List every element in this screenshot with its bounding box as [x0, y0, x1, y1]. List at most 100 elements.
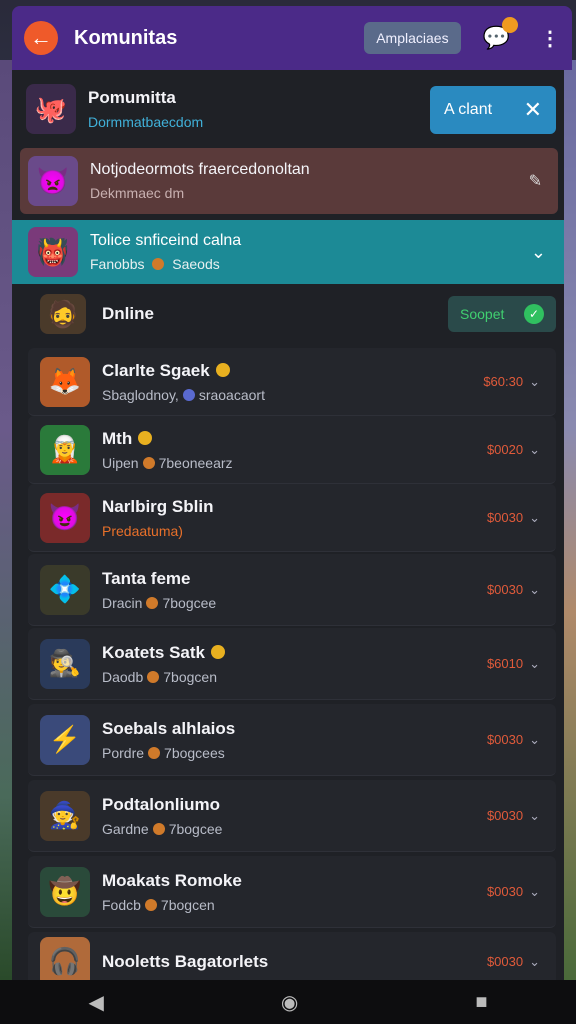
system-nav-bar: ◀ ◉ ■ [0, 980, 576, 1024]
selected-title: Tolice snficeind calna [90, 232, 242, 249]
coin-icon [147, 670, 160, 683]
close-icon[interactable]: ✕ [524, 97, 542, 123]
category-chip[interactable]: Amplaciaes [364, 22, 461, 54]
item-price: $0020 [486, 441, 524, 457]
coin-icon [210, 644, 225, 659]
item-sub: Daodb [102, 668, 144, 685]
coin-icon [148, 746, 161, 759]
item-price: $0030 [486, 953, 524, 969]
avatar: 🦊 [40, 356, 90, 407]
support-button[interactable]: Soopet ✓ [448, 296, 556, 332]
chevron-down-icon[interactable]: ⌄ [529, 954, 540, 969]
chevron-down-icon[interactable]: ⌄ [529, 582, 540, 597]
item-name: Podtalonliumo [102, 794, 221, 814]
selected-sub-left: Fanobbs [90, 256, 145, 272]
item-name: Nooletts Bagatorlets [102, 951, 269, 971]
item-sub: Sbaglodnoy, [102, 386, 179, 403]
avatar: ⚡ [40, 714, 90, 765]
coin-icon [146, 596, 159, 609]
avatar: 🤠 [40, 866, 90, 917]
coin-icon [182, 388, 195, 401]
chat-button[interactable]: 💬 [483, 17, 518, 51]
item-price: $0030 [486, 581, 524, 597]
avatar: 👹 [28, 227, 78, 277]
item-price: $0030 [486, 807, 524, 823]
online-row: 🧔 Dnline Soopet ✓ [12, 284, 564, 344]
avatar: 🧙 [40, 790, 90, 841]
list-item[interactable]: 🎧 Nooletts Bagatorlets $0030 ⌄ [28, 932, 556, 980]
coin-icon [152, 822, 165, 835]
list-item[interactable]: ⚡ Soebals alhlaios Pordre 7bogcees $0030 ⌄ [28, 704, 556, 776]
item-price: $6010 [486, 655, 524, 671]
list-item[interactable]: 🕵 Koatets Satk Daodb 7bogcen $6010 ⌄ [28, 628, 556, 700]
more-vert-icon[interactable]: ⋮ [540, 26, 560, 51]
home-circle-icon[interactable]: ◉ [281, 990, 298, 1015]
edit-icon[interactable]: ✎ [529, 171, 542, 191]
item-sub2: 7bogcee [168, 820, 223, 837]
featured-sub: Dormmatbaecdom [88, 114, 204, 130]
item-sub2: 7beoneearz [158, 454, 233, 471]
item-price: $0030 [486, 509, 524, 525]
coin-icon [138, 430, 153, 445]
top-app-bar: ← Komunitas Amplaciaes 💬 ⋮ [12, 6, 572, 70]
recents-square-icon[interactable]: ■ [475, 991, 487, 1014]
back-triangle-icon[interactable]: ◀ [89, 990, 104, 1015]
cta-label: A clant [444, 101, 493, 118]
chevron-down-icon[interactable]: ⌄ [529, 808, 540, 823]
notice-sub: Dekmmaec dm [90, 185, 185, 201]
avatar: 😈 [40, 492, 90, 543]
featured-cta-button[interactable]: A clant ✕ [430, 86, 556, 134]
coin-icon [215, 362, 230, 377]
community-list-panel: 🐙 Pomumitta Dormmatbaecdom A clant ✕ 👿 N… [12, 70, 564, 980]
online-label: Dnline [102, 304, 154, 323]
chevron-down-icon[interactable]: ⌄ [529, 656, 540, 671]
item-price: $0030 [486, 883, 524, 899]
featured-name: Pomumitta [88, 88, 176, 107]
avatar: 🐙 [26, 84, 76, 134]
featured-row[interactable]: 🐙 Pomumitta Dormmatbaecdom A clant ✕ [12, 78, 564, 140]
item-name: Clarlte Sgaek [102, 360, 210, 380]
notification-badge-icon [502, 17, 518, 33]
background-art-right [562, 60, 576, 980]
selected-sub-right: Saeods [172, 256, 220, 272]
item-sub: Predaatuma) [102, 522, 183, 539]
list-item[interactable]: 😈 Narlbirg Sblin Predaatuma) $0030 ⌄ [28, 484, 556, 552]
item-name: Soebals alhlaios [102, 718, 236, 738]
item-name: Moakats Romoke [102, 870, 242, 890]
item-sub2: 7bogcees [164, 744, 225, 761]
coin-icon [152, 258, 165, 270]
item-sub2: 7bogcen [163, 668, 217, 685]
chevron-down-icon[interactable]: ⌄ [529, 374, 540, 389]
avatar: 💠 [40, 564, 90, 615]
page-title: Komunitas [74, 26, 178, 49]
selected-row[interactable]: 👹 Tolice snficeind calna Fanobbs Saeods … [12, 220, 564, 284]
avatar: 🎧 [40, 936, 90, 980]
avatar: 🧔 [40, 294, 86, 334]
chevron-down-icon[interactable]: ⌄ [529, 732, 540, 747]
chevron-down-icon[interactable]: ⌄ [529, 442, 540, 457]
list-item[interactable]: 💠 Tanta feme Dracin 7bogcee $0030 ⌄ [28, 554, 556, 626]
item-sub2: sraoacaort [198, 386, 265, 403]
notice-row[interactable]: 👿 Notjodeormots fraercedonoltan Dekmmaec… [20, 148, 558, 214]
chevron-down-icon[interactable]: ⌄ [531, 242, 546, 263]
item-name: Koatets Satk [102, 642, 205, 662]
item-sub: Uipen [102, 454, 139, 471]
list-item[interactable]: 🧝 Mth Uipen 7beoneearz $0020 ⌄ [28, 416, 556, 484]
avatar: 🕵 [40, 638, 90, 689]
list-item[interactable]: 🧙 Podtalonliumo Gardne 7bogcee $0030 ⌄ [28, 780, 556, 852]
support-label: Soopet [460, 306, 505, 322]
coin-icon [144, 898, 157, 911]
item-sub2: 7bogcee [162, 594, 217, 611]
list-item[interactable]: 🦊 Clarlte Sgaek Sbaglodnoy, sraoacaort $6… [28, 348, 556, 416]
item-sub: Gardne [102, 820, 149, 837]
item-sub: Dracin [102, 594, 143, 611]
item-sub2: 7bogcen [160, 896, 215, 913]
item-name: Tanta feme [102, 568, 191, 588]
chevron-down-icon[interactable]: ⌄ [529, 884, 540, 899]
back-button[interactable]: ← [24, 21, 58, 55]
avatar: 🧝 [40, 424, 90, 475]
list-item[interactable]: 🤠 Moakats Romoke Fodcb 7bogcen $0030 ⌄ [28, 856, 556, 928]
item-sub: Pordre [102, 744, 145, 761]
item-name: Mth [102, 428, 133, 448]
chevron-down-icon[interactable]: ⌄ [529, 510, 540, 525]
